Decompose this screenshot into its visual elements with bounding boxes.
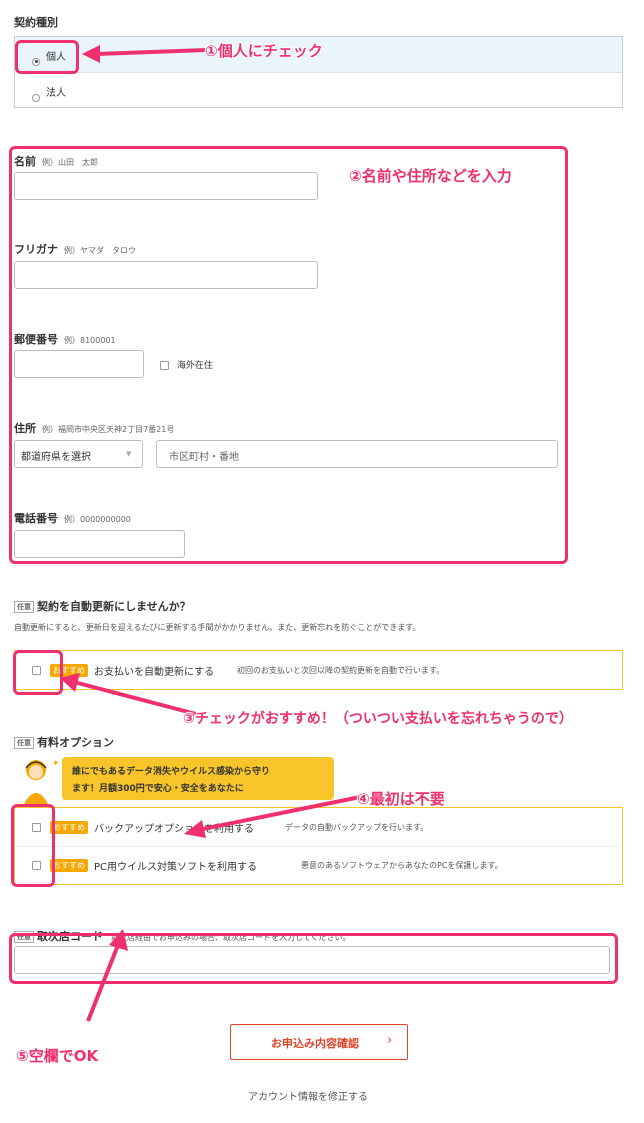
chevron-right-icon: › [387, 1033, 393, 1048]
highlight-paid-options [11, 804, 55, 887]
page: { "contract": { "title": "契約種別", "option… [0, 0, 644, 1123]
backup-badge: おすすめ [50, 821, 88, 834]
confirm-button-label: お申込み内容確認 [271, 1037, 359, 1050]
highlight-personal-info [9, 146, 568, 564]
arrow-1-icon [82, 45, 207, 63]
radio-corporate[interactable] [32, 93, 40, 102]
arrow-4-icon [184, 794, 366, 838]
auto-renew-optional-tag: 任意 [14, 601, 34, 613]
arrow-5-icon [86, 929, 128, 1022]
promo-line-1: 誰にでもあるデータ消失やウイルス感染から守り [72, 767, 271, 777]
annotation-2: ②名前や住所などを入力 [349, 167, 512, 185]
svg-text:✦: ✦ [52, 759, 60, 769]
paid-options-optional-tag: 任意 [14, 737, 34, 749]
auto-renew-title-row: 任意 契約を自動更新にしませんか？ [14, 598, 191, 614]
annotation-3: ③チェックがおすすめ！（ついつい支払いを忘れちゃうので） [183, 711, 573, 727]
contract-type-title: 契約種別 [14, 16, 58, 29]
annotation-5: ⑤空欄でOK [16, 1047, 99, 1065]
antivirus-note: 悪意のあるソフトウェアからあなたのPCを保護します。 [301, 861, 503, 870]
contract-option-corporate[interactable]: 法人 [15, 73, 622, 108]
auto-renew-description: 自動更新にすると、更新日を迎えるたびに更新する手間がかかりません。また、更新忘れ… [14, 623, 421, 632]
paid-options-title-row: 任意 有料オプション [14, 734, 114, 750]
confirm-button[interactable]: お申込み内容確認 › [230, 1024, 408, 1060]
paid-options-title: 有料オプション [37, 736, 114, 749]
option-antivirus[interactable]: おすすめ PC用ウイルス対策ソフトを利用する 悪意のあるソフトウェアからあなたの… [15, 847, 622, 885]
edit-account-link[interactable]: アカウント情報を修正する [248, 1088, 368, 1103]
antivirus-label: PC用ウイルス対策ソフトを利用する [94, 862, 258, 873]
antivirus-badge: おすすめ [50, 859, 88, 872]
auto-renew-option-note: 初回のお支払いと次回以降の契約更新を自動で行います。 [237, 666, 445, 675]
auto-renew-title: 契約を自動更新にしませんか？ [37, 600, 191, 613]
highlight-individual [15, 40, 79, 74]
annotation-4: ④最初は不要 [357, 790, 445, 808]
contract-option-corporate-label: 法人 [46, 88, 66, 99]
support-operator-icon: ✦ [24, 759, 60, 804]
annotation-1: ①個人にチェック [205, 42, 323, 60]
